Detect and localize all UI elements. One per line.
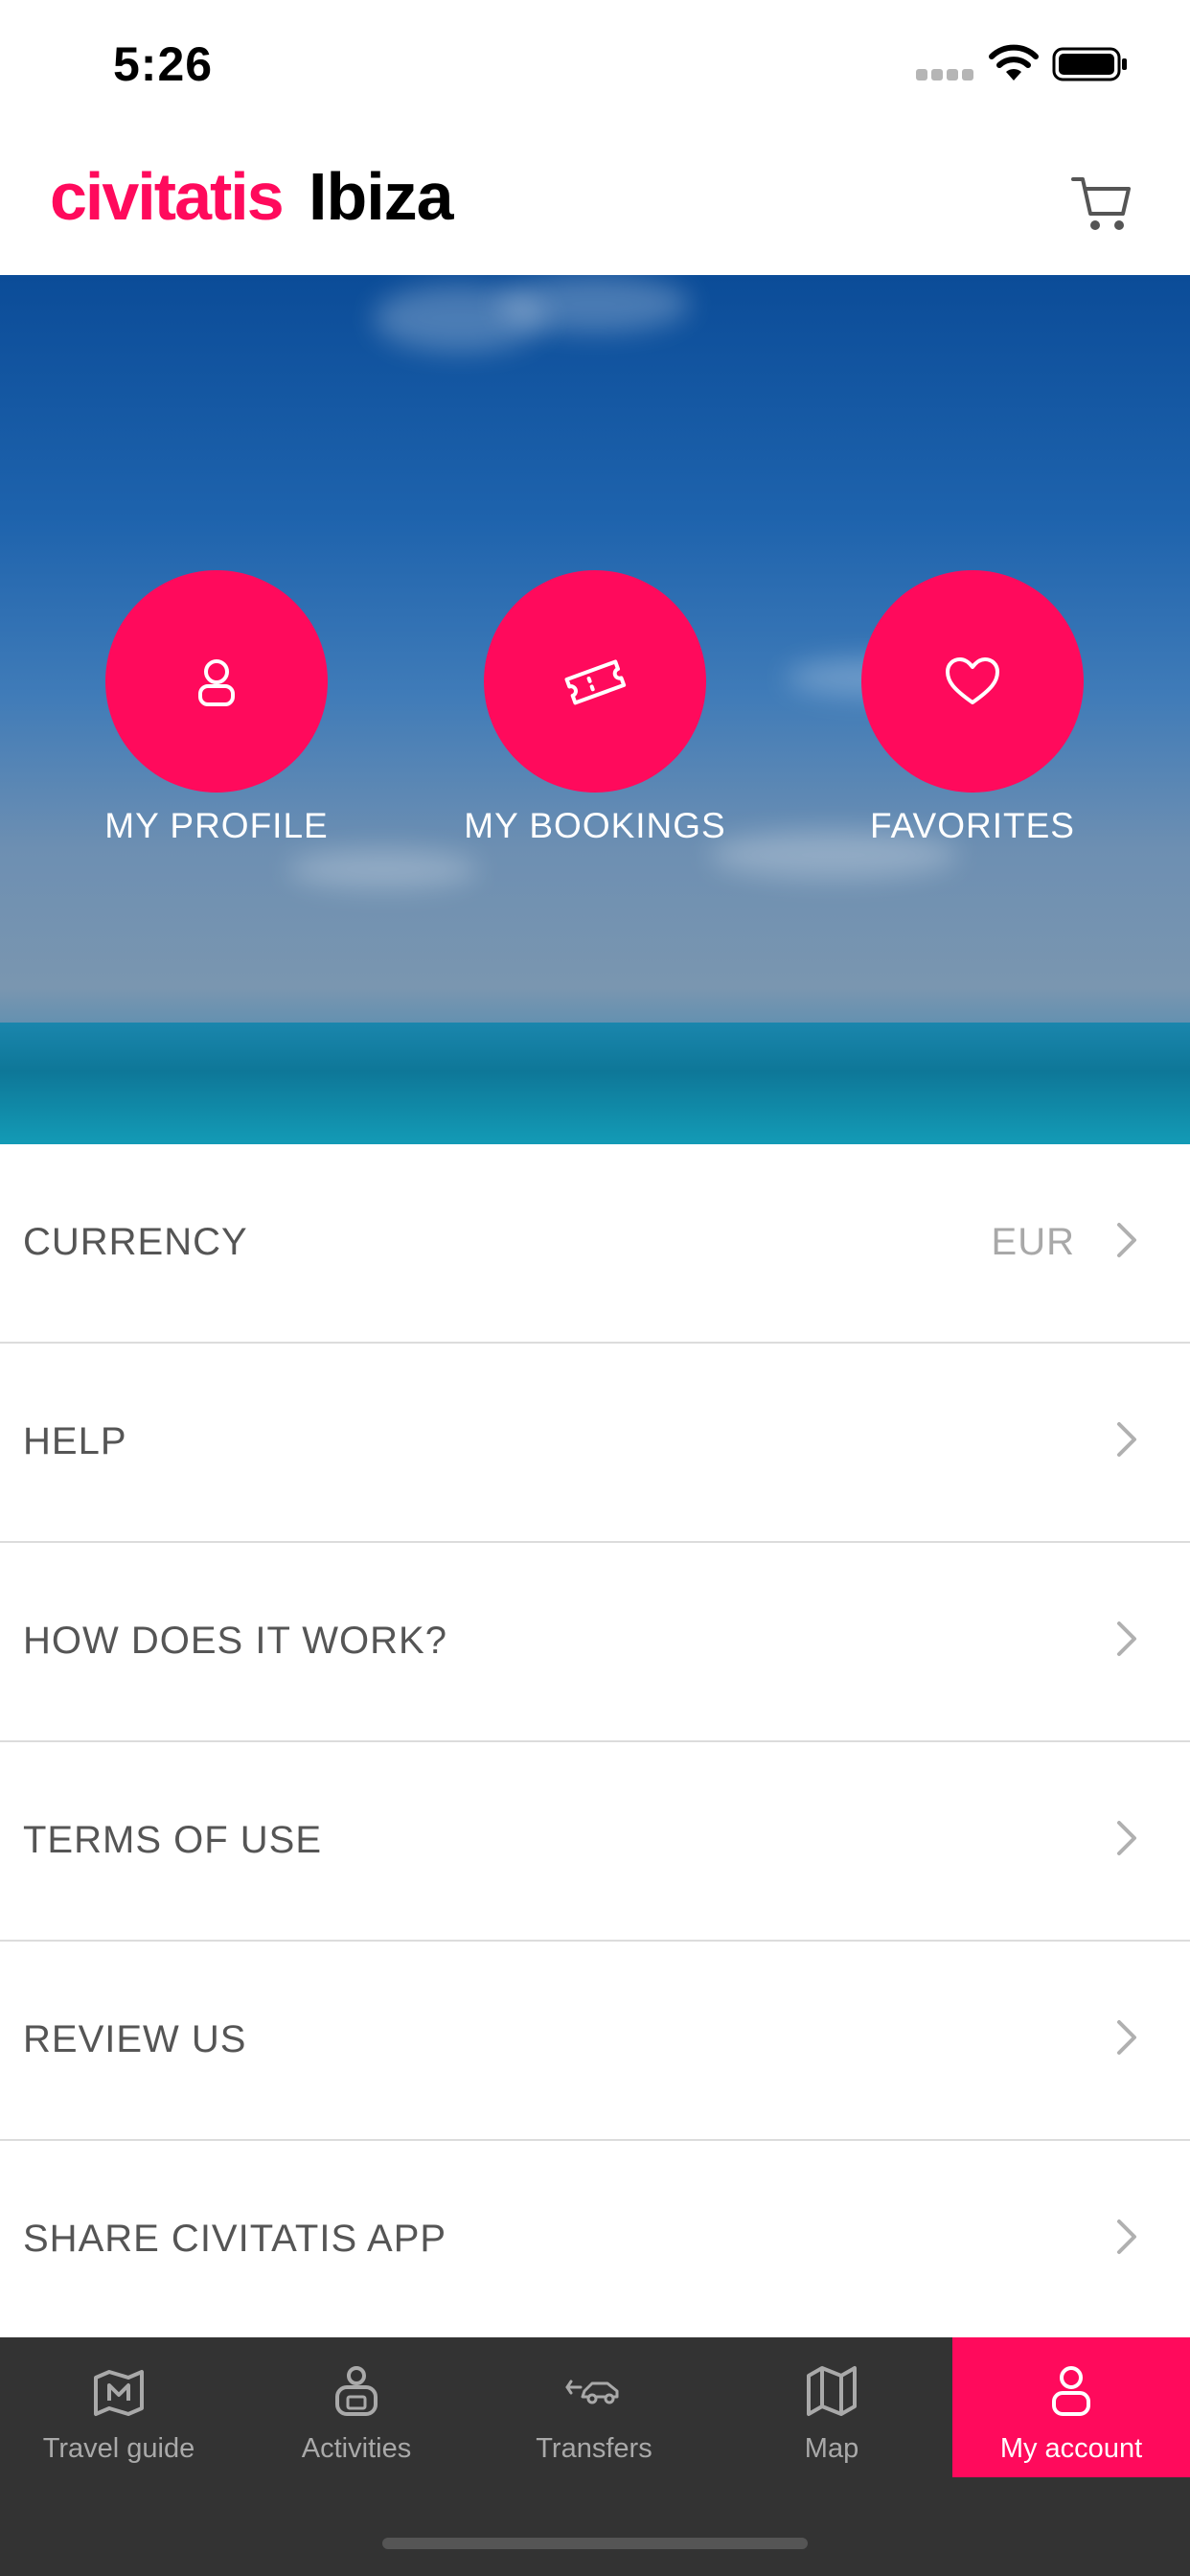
cart-icon[interactable] [1064, 164, 1140, 241]
my-profile-button[interactable]: MY PROFILE [73, 570, 360, 846]
menu-item-terms[interactable]: TERMS OF USE [0, 1742, 1190, 1942]
status-time: 5:26 [113, 37, 214, 91]
chevron-right-icon [1117, 2220, 1136, 2254]
tab-my-account[interactable]: My account [952, 2337, 1190, 2477]
menu-item-label: TERMS OF USE [23, 1819, 323, 1861]
menu-item-label: REVIEW US [23, 2018, 247, 2060]
tab-label: Activities [301, 2433, 412, 2464]
my-bookings-circle[interactable] [484, 570, 706, 793]
my-profile-circle[interactable] [105, 570, 328, 793]
ticket-icon [564, 659, 627, 705]
menu-item-label: HOW DOES IT WORK? [23, 1620, 447, 1662]
chevron-right-icon [1117, 1223, 1136, 1257]
city-title: Ibiza [309, 159, 454, 234]
home-indicator [382, 2538, 808, 2549]
car-icon [565, 2380, 619, 2404]
chevron-right-icon [1117, 1622, 1136, 1656]
my-profile-label: MY PROFILE [104, 806, 329, 845]
activities-icon [335, 2366, 378, 2416]
chevron-right-icon [1117, 2020, 1136, 2055]
settings-menu: CURRENCY EUR HELP HOW DOES IT WORK? TERM… [0, 1144, 1190, 2340]
account-shortcuts: MY PROFILE MY BOOKINGS FAVORITES [0, 570, 1190, 858]
hero-banner: MY PROFILE MY BOOKINGS FAVORITES [0, 275, 1190, 1144]
status-bar: 5:26 [0, 0, 1190, 129]
person-icon [198, 659, 235, 706]
map-pin-icon [94, 2370, 144, 2416]
favorites-button[interactable]: FAVORITES [829, 570, 1116, 846]
heart-icon [946, 657, 999, 704]
menu-item-share[interactable]: SHARE CIVITATIS APP [0, 2141, 1190, 2340]
tab-travel-guide[interactable]: Travel guide [0, 2337, 238, 2477]
tab-label: My account [999, 2433, 1143, 2464]
user-icon [1052, 2366, 1090, 2416]
menu-item-label: SHARE CIVITATIS APP [23, 2218, 447, 2260]
tab-label: Travel guide [42, 2433, 195, 2464]
tab-bar: Travel guide Activities Transfers Map My… [0, 2337, 1190, 2576]
tab-label: Transfers [536, 2433, 652, 2464]
menu-item-label: HELP [23, 1420, 127, 1462]
tab-transfers[interactable]: Transfers [475, 2337, 713, 2477]
currency-value: EUR [991, 1221, 1075, 1263]
my-bookings-label: MY BOOKINGS [464, 806, 726, 845]
menu-item-help[interactable]: HELP [0, 1344, 1190, 1543]
cellular-signal-icon [916, 69, 973, 80]
menu-item-review[interactable]: REVIEW US [0, 1942, 1190, 2141]
battery-icon [1052, 47, 1127, 81]
menu-item-label: CURRENCY [23, 1221, 248, 1263]
menu-item-how-it-works[interactable]: HOW DOES IT WORK? [0, 1543, 1190, 1742]
chevron-right-icon [1117, 1422, 1136, 1457]
my-bookings-button[interactable]: MY BOOKINGS [451, 570, 739, 846]
sea [0, 1023, 1190, 1144]
menu-item-currency[interactable]: CURRENCY EUR [0, 1144, 1190, 1344]
tab-map[interactable]: Map [713, 2337, 950, 2477]
chevron-right-icon [1117, 1821, 1136, 1855]
favorites-label: FAVORITES [870, 806, 1075, 845]
app-header: civitatis Ibiza [0, 129, 1190, 275]
map-icon [807, 2366, 857, 2416]
tab-activities[interactable]: Activities [238, 2337, 475, 2477]
wifi-icon [989, 44, 1039, 80]
favorites-circle[interactable] [861, 570, 1084, 793]
civitatis-logo: civitatis [50, 159, 285, 234]
tab-label: Map [804, 2433, 859, 2464]
